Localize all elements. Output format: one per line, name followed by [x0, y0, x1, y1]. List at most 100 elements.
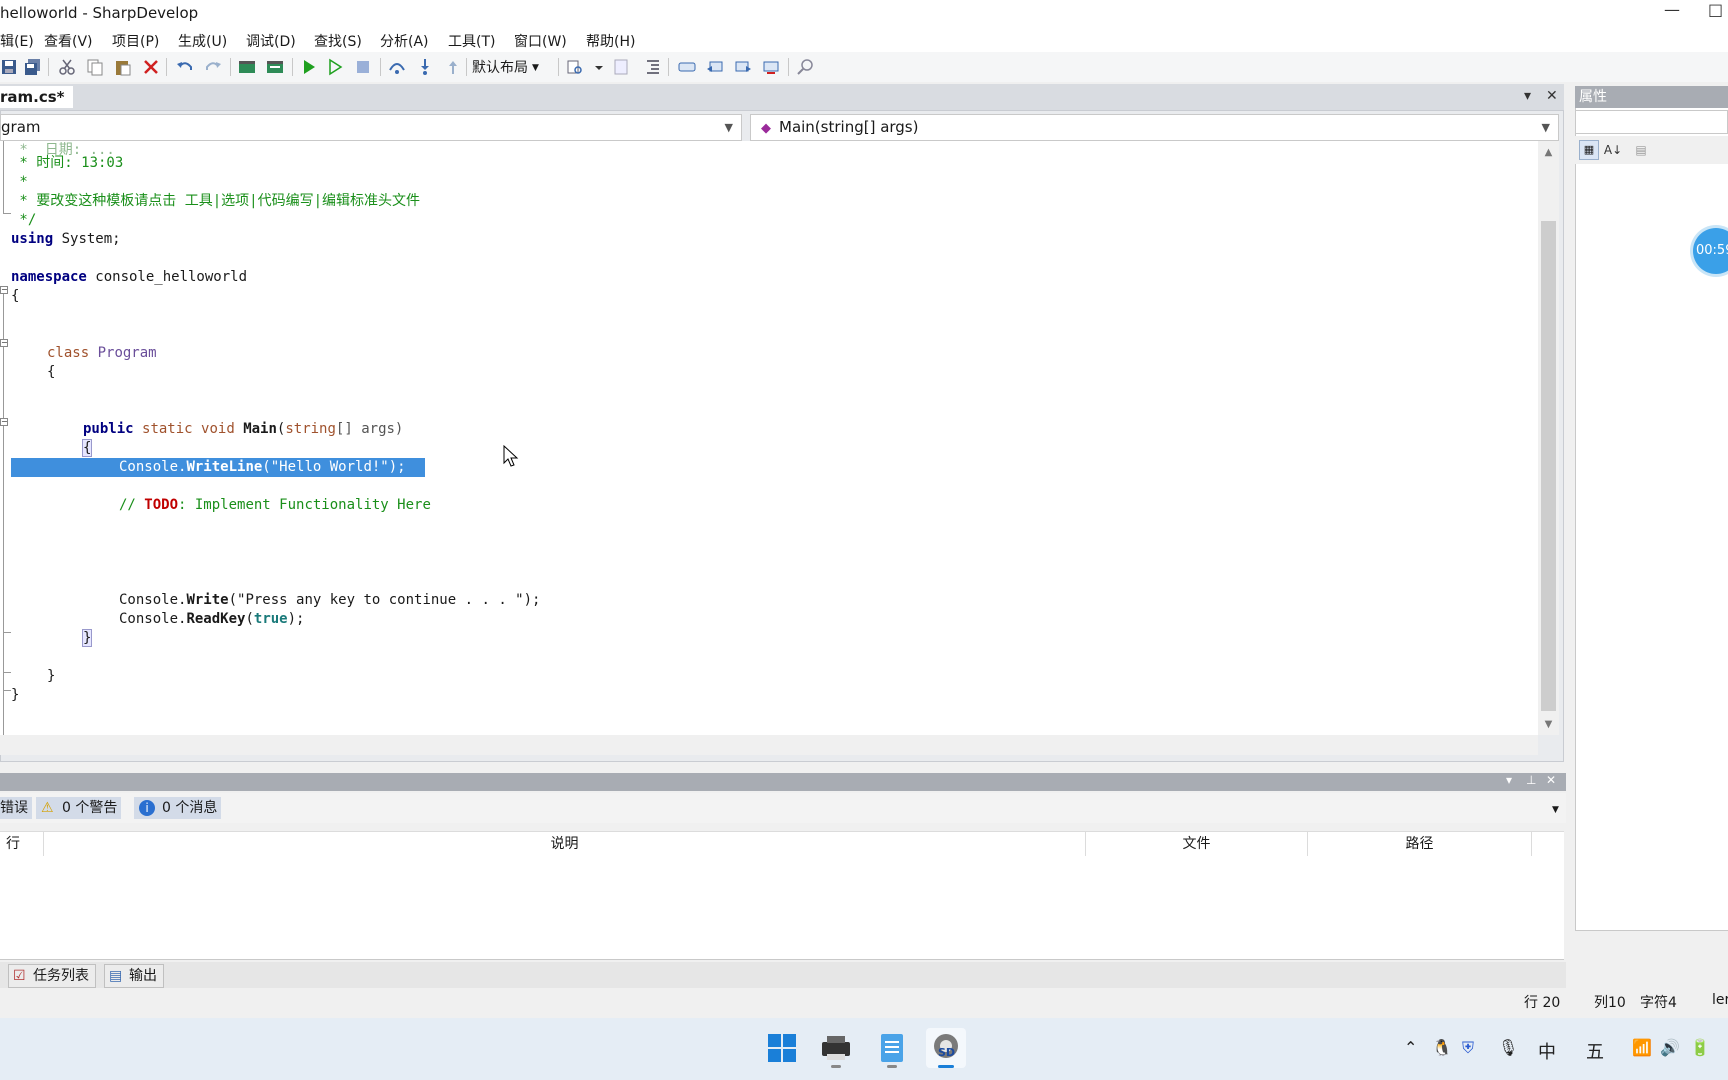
- sort-alpha-icon[interactable]: A↓: [1603, 140, 1623, 160]
- horizontal-scrollbar[interactable]: [0, 735, 1538, 755]
- properties-object-selector[interactable]: [1575, 110, 1728, 134]
- window-title: helloworld - SharpDevelop: [0, 4, 199, 22]
- save-all-icon[interactable]: [24, 58, 42, 76]
- notepad-app-icon[interactable]: [872, 1028, 912, 1068]
- warning-icon: ⚠: [41, 800, 54, 816]
- chevron-down-icon[interactable]: ▼: [1552, 805, 1559, 815]
- redo-icon[interactable]: [204, 58, 222, 76]
- warnings-filter[interactable]: ⚠ 0 个警告: [36, 797, 122, 819]
- bookmark-prev-icon[interactable]: [706, 58, 724, 76]
- column-line[interactable]: 行: [0, 832, 44, 856]
- keyword: using: [11, 231, 54, 247]
- ime-mode-indicator[interactable]: 五: [1586, 1038, 1604, 1064]
- step-over-icon[interactable]: [388, 58, 406, 76]
- string-literal: ("Hello World!");: [262, 459, 406, 475]
- find-icon[interactable]: [566, 58, 584, 76]
- code-line: }: [47, 668, 56, 684]
- scroll-down-icon[interactable]: ▼: [1538, 719, 1559, 730]
- volume-icon[interactable]: 🔊: [1660, 1038, 1680, 1057]
- sharpdevelop-app-icon[interactable]: SD: [926, 1028, 966, 1068]
- tab-program-cs[interactable]: ram.cs*: [0, 86, 73, 108]
- code-editor[interactable]: − − − * 日期: ... * 时间: 13:03 * * 要改变这种模板请…: [0, 141, 1538, 735]
- checklist-icon: ☑: [13, 968, 26, 984]
- search-icon[interactable]: [796, 58, 814, 76]
- scrollbar-thumb[interactable]: [1541, 221, 1556, 711]
- bookmark-next-icon[interactable]: [734, 58, 752, 76]
- column-path[interactable]: 路径: [1308, 832, 1532, 856]
- fold-toggle[interactable]: −: [0, 418, 8, 426]
- toolbar-separator: [166, 58, 167, 76]
- fold-toggle[interactable]: −: [0, 339, 8, 347]
- errors-filter[interactable]: 错误: [0, 797, 32, 819]
- menu-window[interactable]: 窗口(W): [514, 31, 567, 51]
- document-menu-icon[interactable]: ▾: [1524, 88, 1531, 104]
- status-mode: ler: [1712, 992, 1728, 1008]
- scroll-up-icon[interactable]: ▲: [1538, 147, 1559, 158]
- tab-task-list[interactable]: ☑ 任务列表: [8, 964, 96, 988]
- comment: //: [119, 497, 145, 513]
- maximize-button[interactable]: □: [1708, 0, 1728, 28]
- menu-analysis[interactable]: 分析(A): [380, 31, 429, 51]
- code-text: );: [287, 611, 305, 627]
- undo-icon[interactable]: [176, 58, 194, 76]
- run-without-debug-icon[interactable]: [326, 58, 344, 76]
- fold-line: [3, 141, 4, 213]
- menu-search[interactable]: 查找(S): [314, 31, 362, 51]
- indent-icon[interactable]: [644, 58, 662, 76]
- messages-filter-label: 0 个消息: [162, 800, 218, 816]
- delete-icon[interactable]: [142, 58, 160, 76]
- menu-view[interactable]: 查看(V): [44, 31, 93, 51]
- find-dropdown-icon[interactable]: [590, 58, 603, 76]
- todo-marker: TODO: [144, 497, 179, 513]
- menu-edit[interactable]: 辑(E): [0, 31, 34, 51]
- svg-text:SD: SD: [938, 1046, 955, 1059]
- tab-output[interactable]: ▤ 输出: [104, 964, 164, 988]
- chevron-down-icon: ▼: [532, 63, 539, 73]
- minimize-button[interactable]: —: [1660, 0, 1684, 28]
- layout-combo[interactable]: 默认布局 ▼: [472, 57, 539, 77]
- cut-icon[interactable]: [58, 58, 76, 76]
- class-selector[interactable]: gram ▼: [0, 114, 742, 141]
- column-description[interactable]: 说明: [44, 832, 1086, 856]
- member-selector[interactable]: ◆ Main(string[] args) ▼: [750, 114, 1559, 141]
- qq-icon[interactable]: 🐧: [1432, 1038, 1452, 1057]
- pin-icon[interactable]: ⊥: [1526, 773, 1536, 787]
- bookmark-icon[interactable]: [612, 58, 630, 76]
- messages-filter[interactable]: i 0 个消息: [134, 797, 222, 819]
- tray-overflow-icon[interactable]: ⌃: [1404, 1038, 1417, 1057]
- start-icon[interactable]: [762, 1028, 802, 1068]
- step-into-icon[interactable]: [416, 58, 434, 76]
- bookmark-clear-icon[interactable]: [762, 58, 780, 76]
- fold-toggle[interactable]: −: [0, 286, 8, 294]
- menu-build[interactable]: 生成(U): [178, 31, 227, 51]
- step-out-icon[interactable]: [444, 58, 462, 76]
- vertical-scrollbar[interactable]: ▲ ▼: [1538, 141, 1559, 735]
- taskbar: SD ⌃ 🐧 ⛨ 🎙 中 五 📶 🔊 🔋: [0, 1018, 1728, 1080]
- close-icon[interactable]: ✕: [1546, 773, 1556, 787]
- menu-debug[interactable]: 调试(D): [246, 31, 296, 51]
- paste-icon[interactable]: [114, 58, 132, 76]
- build-icon[interactable]: [238, 58, 256, 76]
- wifi-icon[interactable]: 📶: [1632, 1038, 1652, 1057]
- shield-icon[interactable]: ⛨: [1462, 1038, 1474, 1058]
- microphone-icon[interactable]: 🎙: [1498, 1038, 1518, 1057]
- toggle-icon[interactable]: [678, 58, 696, 76]
- close-icon[interactable]: ✕: [1546, 88, 1558, 104]
- ime-indicator[interactable]: 中: [1538, 1038, 1556, 1064]
- property-pages-icon[interactable]: ▤: [1631, 140, 1651, 160]
- battery-icon[interactable]: 🔋: [1690, 1038, 1710, 1057]
- categorized-icon[interactable]: ▦: [1579, 140, 1599, 160]
- menu-help[interactable]: 帮助(H): [586, 31, 635, 51]
- build-all-icon[interactable]: [266, 58, 284, 76]
- stop-icon[interactable]: [354, 58, 372, 76]
- column-file[interactable]: 文件: [1086, 832, 1308, 856]
- pane-menu-icon[interactable]: ▾: [1506, 773, 1512, 787]
- menu-tools[interactable]: 工具(T): [448, 31, 495, 51]
- code-text: Console.: [119, 611, 187, 627]
- code-line: using System;: [11, 230, 121, 249]
- save-icon[interactable]: [0, 58, 18, 76]
- copy-icon[interactable]: [86, 58, 104, 76]
- menu-project[interactable]: 项目(P): [112, 31, 159, 51]
- run-icon[interactable]: [300, 58, 318, 76]
- printer-app-icon[interactable]: [816, 1028, 856, 1068]
